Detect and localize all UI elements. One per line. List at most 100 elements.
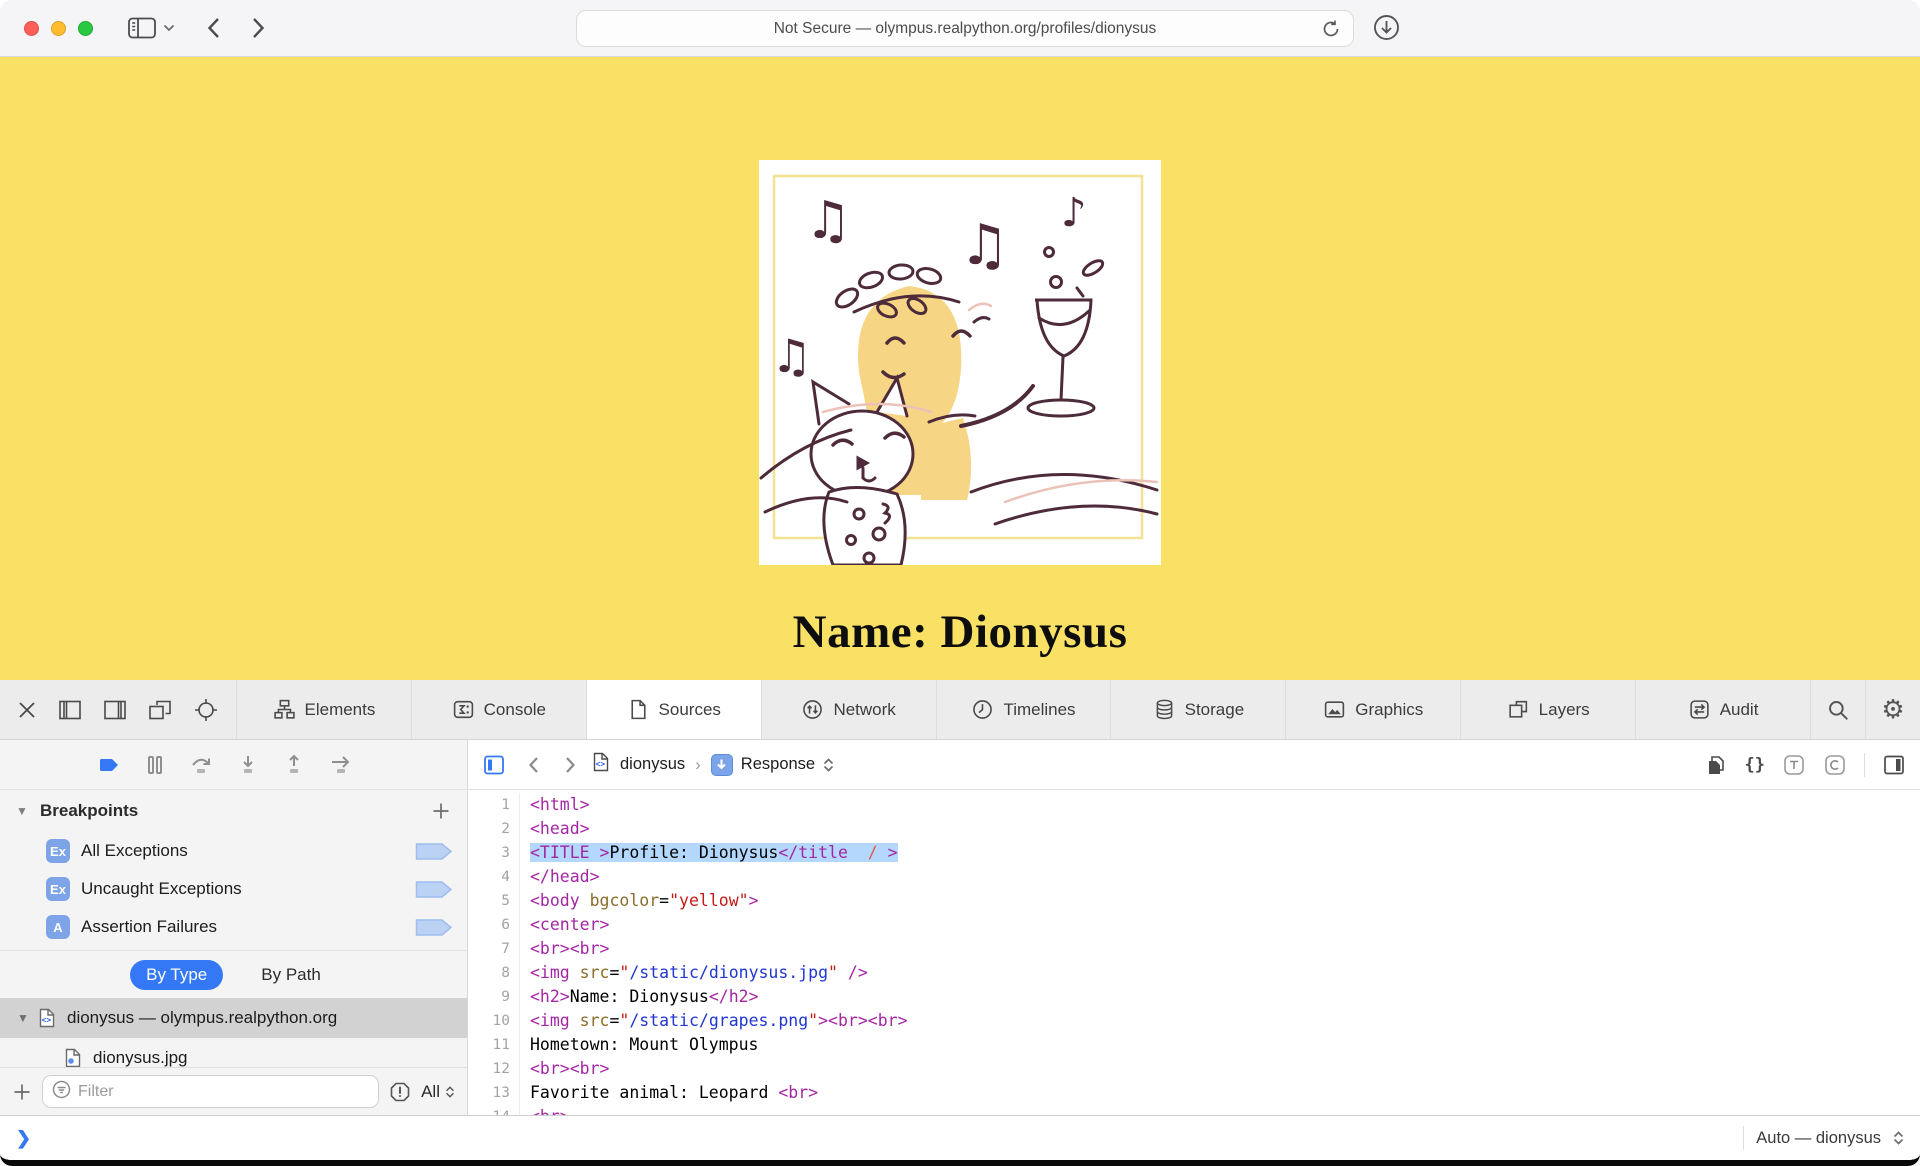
close-devtools-icon[interactable]	[17, 700, 37, 720]
tab-graphics[interactable]: Graphics	[1286, 680, 1461, 739]
code-line: <h2>Name: Dionysus</h2>	[530, 985, 1920, 1009]
tree-item[interactable]: ▼<>dionysus — olympus.realpython.org	[0, 998, 467, 1038]
minimize-window-button[interactable]	[51, 21, 66, 36]
breadcrumb-resource[interactable]: dionysus	[620, 755, 685, 774]
step-into-icon[interactable]	[236, 753, 260, 777]
tab-elements[interactable]: Elements	[237, 680, 412, 739]
elements-icon	[273, 698, 296, 721]
disclosure-triangle-icon[interactable]: ▼	[10, 1011, 36, 1025]
add-breakpoint-button[interactable]	[431, 801, 451, 821]
tab-audit[interactable]: Audit	[1636, 680, 1811, 739]
line-number[interactable]: 5	[468, 889, 510, 913]
response-dropdown-chevrons-icon[interactable]	[823, 758, 834, 772]
web-page-viewport: ♫ ♫ ♪ ♫	[0, 57, 1920, 680]
tab-console[interactable]: Console	[412, 680, 587, 739]
reload-icon[interactable]	[1319, 17, 1343, 46]
selected-code-text: <TITLE >Profile: Dionysus</title / >	[530, 843, 898, 862]
issues-icon[interactable]	[389, 1081, 411, 1103]
issues-scope-label: All	[421, 1082, 440, 1102]
detach-window-icon[interactable]	[148, 699, 172, 721]
line-number[interactable]: 9	[468, 985, 510, 1009]
code-line: <br>	[530, 1105, 1920, 1115]
line-number[interactable]: 14	[468, 1105, 510, 1115]
code-line: <br><br>	[530, 937, 1920, 961]
console-prompt-chevron-icon[interactable]: ❯	[16, 1128, 31, 1149]
downloads-button[interactable]	[1372, 13, 1401, 42]
pause-script-icon[interactable]	[144, 753, 166, 777]
pretty-print-icon[interactable]: {}	[1745, 755, 1765, 775]
line-number[interactable]: 4	[468, 865, 510, 889]
sidebar-toggle-icon[interactable]	[127, 16, 157, 40]
dock-right-icon[interactable]	[103, 699, 127, 721]
tree-item-label: dionysus — olympus.realpython.org	[67, 1008, 337, 1028]
copy-icon[interactable]	[1704, 753, 1728, 777]
tab-layers[interactable]: Layers	[1461, 680, 1636, 739]
code-editor[interactable]: 1234567891011121314 <html><head><TITLE >…	[468, 790, 1920, 1115]
execution-context-label: Auto — dionysus	[1756, 1129, 1881, 1148]
line-number[interactable]: 3	[468, 841, 510, 865]
address-bar[interactable]: Not Secure — olympus.realpython.org/prof…	[576, 10, 1354, 47]
context-dropdown-chevrons-icon[interactable]	[1893, 1131, 1904, 1145]
response-dropdown-label[interactable]: Response	[741, 755, 815, 774]
image-file-icon	[62, 1047, 84, 1067]
line-number[interactable]: 7	[468, 937, 510, 961]
breakpoint-flag-icon[interactable]	[415, 842, 453, 861]
line-number[interactable]: 1	[468, 793, 510, 817]
breakpoint-item[interactable]: ExUncaught Exceptions	[0, 870, 467, 908]
close-window-button[interactable]	[24, 21, 39, 36]
settings-gear-icon[interactable]: ⚙	[1866, 680, 1920, 739]
breakpoint-badge-icon: Ex	[46, 877, 70, 901]
text-mode-icon[interactable]	[1782, 753, 1806, 777]
element-picker-icon[interactable]	[193, 697, 219, 723]
tab-label: Sources	[659, 700, 721, 720]
address-bar-text: Not Secure — olympus.realpython.org/prof…	[774, 20, 1157, 38]
line-number[interactable]: 8	[468, 961, 510, 985]
group-by-type-button[interactable]: By Type	[130, 960, 223, 990]
forward-button[interactable]	[252, 17, 265, 39]
breakpoints-enabled-flag-icon[interactable]	[96, 754, 122, 776]
details-sidebar-toggle-icon[interactable]	[1882, 753, 1906, 777]
group-by-path-button[interactable]: By Path	[245, 960, 337, 990]
step-icon[interactable]	[328, 753, 354, 777]
line-number[interactable]: 12	[468, 1057, 510, 1081]
line-number[interactable]: 13	[468, 1081, 510, 1105]
execution-context: Auto — dionysus	[1743, 1126, 1904, 1150]
breakpoints-header[interactable]: ▼ Breakpoints	[0, 790, 467, 832]
search-button[interactable]	[1811, 680, 1866, 739]
breakpoints-title: Breakpoints	[40, 801, 431, 821]
dock-left-icon[interactable]	[58, 699, 82, 721]
line-number[interactable]: 10	[468, 1009, 510, 1033]
line-number[interactable]: 11	[468, 1033, 510, 1057]
tree-item[interactable]: dionysus.jpg	[0, 1038, 467, 1067]
line-number[interactable]: 2	[468, 817, 510, 841]
tab-storage[interactable]: Storage	[1111, 680, 1286, 739]
line-number[interactable]: 6	[468, 913, 510, 937]
breakpoint-item[interactable]: AAssertion Failures	[0, 908, 467, 946]
tab-network[interactable]: Network	[762, 680, 937, 739]
add-resource-button[interactable]	[12, 1082, 32, 1102]
breakpoint-item[interactable]: ExAll Exceptions	[0, 832, 467, 870]
breakpoint-badge-icon: A	[46, 915, 70, 939]
traffic-lights	[24, 21, 93, 36]
source-mode-icon[interactable]	[1823, 753, 1847, 777]
source-back-button[interactable]	[528, 756, 539, 774]
tab-timelines[interactable]: Timelines	[937, 680, 1112, 739]
devtools-tab-bar: ElementsConsole Sources NetworkTimelinesSt…	[0, 680, 1920, 740]
filter-field[interactable]	[42, 1075, 379, 1108]
code-line: <img src="/static/grapes.png"><br><br>	[530, 1009, 1920, 1033]
line-numbers[interactable]: 1234567891011121314	[468, 793, 520, 1115]
back-button[interactable]	[207, 17, 220, 39]
issues-scope-dropdown[interactable]: All	[421, 1082, 455, 1102]
breakpoint-flag-icon[interactable]	[415, 880, 453, 899]
step-over-icon[interactable]	[188, 753, 214, 777]
source-forward-button[interactable]	[565, 756, 576, 774]
tab-sources[interactable]: Sources	[587, 680, 762, 739]
breakpoint-flag-icon[interactable]	[415, 918, 453, 937]
disclosure-triangle-icon[interactable]: ▼	[16, 804, 40, 818]
sidebar-menu-chevron-icon[interactable]	[163, 24, 175, 32]
zoom-window-button[interactable]	[78, 21, 93, 36]
code-line: <img src="/static/dionysus.jpg" />	[530, 961, 1920, 985]
filter-input[interactable]	[78, 1083, 369, 1101]
navigation-sidebar-toggle-icon[interactable]	[482, 753, 506, 777]
step-out-icon[interactable]	[282, 753, 306, 777]
